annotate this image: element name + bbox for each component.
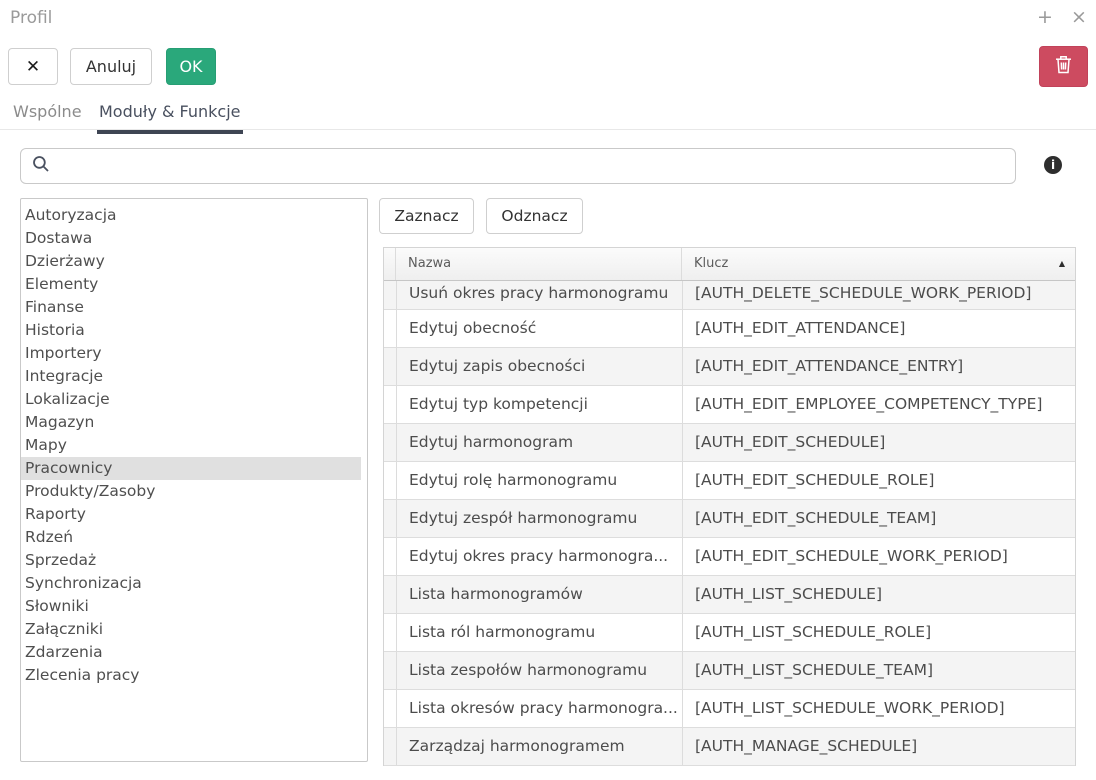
- list-item[interactable]: Historia: [21, 319, 361, 342]
- list-item[interactable]: Zlecenia pracy: [21, 664, 361, 687]
- trash-icon: [1055, 55, 1072, 78]
- row-key-cell: [AUTH_EDIT_SCHEDULE_ROLE]: [683, 462, 1075, 499]
- table-row[interactable]: Edytuj obecność[AUTH_EDIT_ATTENDANCE]: [384, 310, 1075, 348]
- row-selection-cell[interactable]: [384, 386, 397, 423]
- column-header-nazwa[interactable]: Nazwa: [396, 248, 682, 280]
- list-item[interactable]: Importery: [21, 342, 361, 365]
- list-item[interactable]: Lokalizacje: [21, 388, 361, 411]
- row-selection-cell[interactable]: [384, 310, 397, 347]
- row-selection-cell[interactable]: [384, 576, 397, 613]
- table-row[interactable]: Edytuj harmonogram[AUTH_EDIT_SCHEDULE]: [384, 424, 1075, 462]
- row-key-cell: [AUTH_EDIT_SCHEDULE_WORK_PERIOD]: [683, 538, 1075, 575]
- close-icon[interactable]: ×: [1070, 6, 1088, 28]
- row-selection-cell[interactable]: [384, 500, 397, 537]
- table-row[interactable]: Lista okresów pracy harmonogra...[AUTH_L…: [384, 690, 1075, 728]
- row-name-cell: Zarządzaj harmonogramem: [397, 728, 683, 765]
- cancel-button[interactable]: Anuluj: [70, 48, 152, 85]
- info-icon[interactable]: i: [1044, 156, 1062, 174]
- search-box[interactable]: [20, 148, 1016, 184]
- row-key-cell: [AUTH_LIST_SCHEDULE_TEAM]: [683, 652, 1075, 689]
- table-row[interactable]: Edytuj okres pracy harmonogra...[AUTH_ED…: [384, 538, 1075, 576]
- search-input[interactable]: [58, 151, 1015, 181]
- row-name-cell: Edytuj zespół harmonogramu: [397, 500, 683, 537]
- tab-moduly-funkcje[interactable]: Moduły & Funkcje: [97, 100, 243, 134]
- list-item[interactable]: Integracje: [21, 365, 361, 388]
- row-name-cell: Lista zespołów harmonogramu: [397, 652, 683, 689]
- window-controls: + ×: [1036, 6, 1088, 28]
- select-all-button[interactable]: Zaznacz: [379, 198, 474, 234]
- list-item[interactable]: Słowniki: [21, 595, 361, 618]
- table-row[interactable]: Lista ról harmonogramu[AUTH_LIST_SCHEDUL…: [384, 614, 1075, 652]
- row-name-cell: Edytuj harmonogram: [397, 424, 683, 461]
- table-row[interactable]: Lista harmonogramów[AUTH_LIST_SCHEDULE]: [384, 576, 1075, 614]
- row-key-cell: [AUTH_EDIT_EMPLOYEE_COMPETENCY_TYPE]: [683, 386, 1075, 423]
- row-name-cell: Lista harmonogramów: [397, 576, 683, 613]
- row-name-cell: Usuń okres pracy harmonogramu: [397, 281, 683, 309]
- table-row[interactable]: Edytuj rolę harmonogramu[AUTH_EDIT_SCHED…: [384, 462, 1075, 500]
- table-row[interactable]: Edytuj zespół harmonogramu[AUTH_EDIT_SCH…: [384, 500, 1075, 538]
- list-item[interactable]: Sprzedaż: [21, 549, 361, 572]
- list-item[interactable]: Załączniki: [21, 618, 361, 641]
- list-item[interactable]: Synchronizacja: [21, 572, 361, 595]
- row-name-cell: Edytuj okres pracy harmonogra...: [397, 538, 683, 575]
- row-selection-cell[interactable]: [384, 690, 397, 727]
- add-icon[interactable]: +: [1036, 6, 1054, 28]
- row-name-cell: Edytuj rolę harmonogramu: [397, 462, 683, 499]
- selection-column-header: [384, 248, 396, 280]
- list-item[interactable]: Finanse: [21, 296, 361, 319]
- row-selection-cell[interactable]: [384, 348, 397, 385]
- list-item[interactable]: Dzierżawy: [21, 250, 361, 273]
- sort-asc-icon: ▲: [1059, 248, 1065, 280]
- row-selection-cell[interactable]: [384, 281, 397, 309]
- row-key-cell: [AUTH_EDIT_SCHEDULE_TEAM]: [683, 500, 1075, 537]
- list-item[interactable]: Produkty/Zasoby: [21, 480, 361, 503]
- module-list: AutoryzacjaDostawaDzierżawyElementyFinan…: [20, 198, 368, 762]
- row-key-cell: [AUTH_MANAGE_SCHEDULE]: [683, 728, 1075, 765]
- table-row[interactable]: Zarządzaj harmonogramem[AUTH_MANAGE_SCHE…: [384, 728, 1075, 766]
- list-item[interactable]: Magazyn: [21, 411, 361, 434]
- row-name-cell: Edytuj typ kompetencji: [397, 386, 683, 423]
- delete-button[interactable]: [1039, 46, 1088, 87]
- table-row[interactable]: Lista zespołów harmonogramu[AUTH_LIST_SC…: [384, 652, 1075, 690]
- permissions-table: Nazwa Klucz ▲ Usuń okres pracy harmonogr…: [383, 247, 1076, 766]
- table-row[interactable]: Usuń okres pracy harmonogramu[AUTH_DELET…: [384, 281, 1075, 310]
- row-selection-cell[interactable]: [384, 652, 397, 689]
- list-item[interactable]: Autoryzacja: [21, 204, 361, 227]
- table-row[interactable]: Edytuj zapis obecności[AUTH_EDIT_ATTENDA…: [384, 348, 1075, 386]
- row-selection-cell[interactable]: [384, 728, 397, 765]
- page-title: Profil: [10, 8, 52, 28]
- list-item[interactable]: Dostawa: [21, 227, 361, 250]
- row-name-cell: Edytuj obecność: [397, 310, 683, 347]
- row-key-cell: [AUTH_LIST_SCHEDULE]: [683, 576, 1075, 613]
- row-key-cell: [AUTH_EDIT_SCHEDULE]: [683, 424, 1075, 461]
- row-selection-cell[interactable]: [384, 462, 397, 499]
- row-key-cell: [AUTH_LIST_SCHEDULE_WORK_PERIOD]: [683, 690, 1075, 727]
- row-key-cell: [AUTH_EDIT_ATTENDANCE_ENTRY]: [683, 348, 1075, 385]
- ok-button[interactable]: OK: [166, 48, 216, 85]
- table-row[interactable]: Edytuj typ kompetencji[AUTH_EDIT_EMPLOYE…: [384, 386, 1075, 424]
- row-name-cell: Edytuj zapis obecności: [397, 348, 683, 385]
- row-key-cell: [AUTH_EDIT_ATTENDANCE]: [683, 310, 1075, 347]
- deselect-all-button[interactable]: Odznacz: [486, 198, 583, 234]
- row-selection-cell[interactable]: [384, 538, 397, 575]
- tab-bar: Wspólne Moduły & Funkcje: [0, 100, 1096, 130]
- row-name-cell: Lista okresów pracy harmonogra...: [397, 690, 683, 727]
- row-name-cell: Lista ról harmonogramu: [397, 614, 683, 651]
- row-key-cell: [AUTH_DELETE_SCHEDULE_WORK_PERIOD]: [683, 281, 1075, 309]
- table-body: Usuń okres pracy harmonogramu[AUTH_DELET…: [384, 281, 1075, 766]
- list-item[interactable]: Pracownicy: [21, 457, 361, 480]
- search-icon: [32, 155, 50, 177]
- row-key-cell: [AUTH_LIST_SCHEDULE_ROLE]: [683, 614, 1075, 651]
- list-item[interactable]: Elementy: [21, 273, 361, 296]
- column-header-klucz[interactable]: Klucz ▲: [682, 248, 1075, 280]
- table-header: Nazwa Klucz ▲: [384, 248, 1075, 281]
- list-item[interactable]: Rdzeń: [21, 526, 361, 549]
- list-item[interactable]: Zdarzenia: [21, 641, 361, 664]
- tab-wspolne[interactable]: Wspólne: [11, 100, 84, 130]
- list-item[interactable]: Raporty: [21, 503, 361, 526]
- list-item[interactable]: Mapy: [21, 434, 361, 457]
- close-button[interactable]: ✕: [8, 48, 58, 85]
- row-selection-cell[interactable]: [384, 614, 397, 651]
- row-selection-cell[interactable]: [384, 424, 397, 461]
